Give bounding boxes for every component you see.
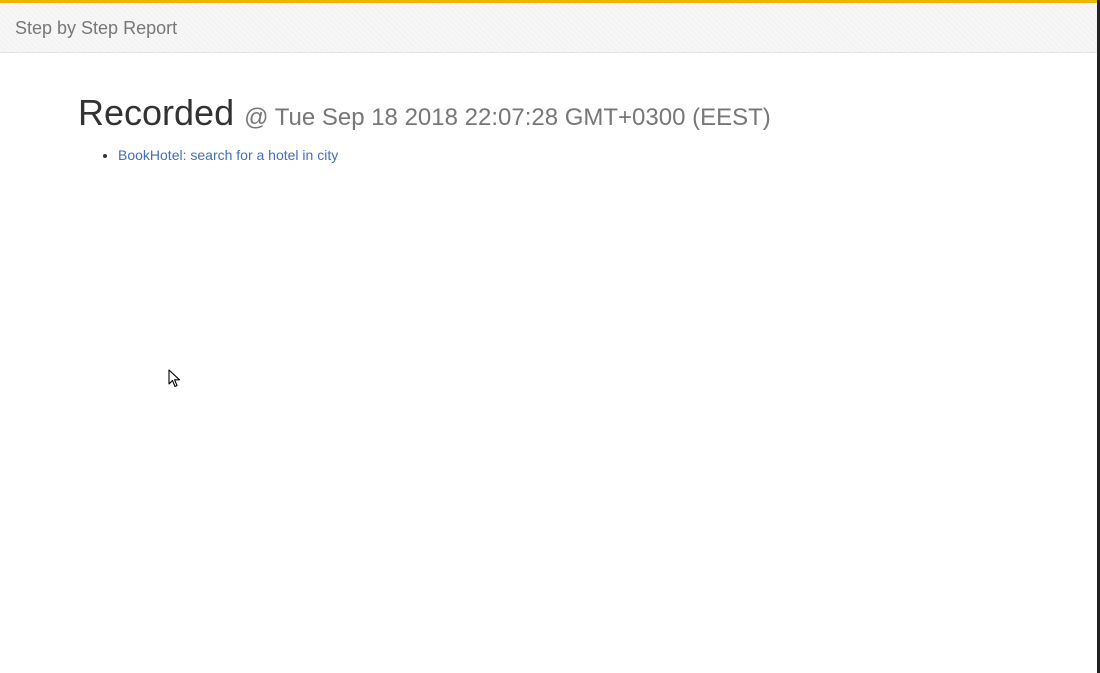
scenario-link[interactable]: BookHotel: search for a hotel in city: [118, 147, 338, 163]
page-title-text: Recorded: [78, 92, 235, 133]
page-title: Recorded @ Tue Sep 18 2018 22:07:28 GMT+…: [78, 92, 1077, 139]
navbar-brand[interactable]: Step by Step Report: [15, 17, 177, 39]
list-item: BookHotel: search for a hotel in city: [118, 145, 1077, 165]
mouse-pointer-icon: [168, 369, 181, 388]
navbar: Step by Step Report: [0, 3, 1097, 53]
report-page: Step by Step Report Recorded @ Tue Sep 1…: [0, 0, 1100, 673]
scenario-list: BookHotel: search for a hotel in city: [78, 145, 1077, 165]
main-content: Recorded @ Tue Sep 18 2018 22:07:28 GMT+…: [78, 92, 1077, 165]
recorded-timestamp: @ Tue Sep 18 2018 22:07:28 GMT+0300 (EES…: [244, 104, 771, 131]
